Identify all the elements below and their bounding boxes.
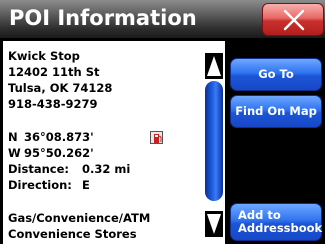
scroll-down-button[interactable]	[205, 211, 223, 237]
direction-row: Direction: E	[8, 177, 200, 193]
latitude-direction: N	[8, 130, 18, 144]
go-to-button[interactable]: Go To	[230, 58, 322, 91]
distance-row: Distance: 0.32 mi	[8, 161, 200, 177]
scroll-down-arrow-icon	[207, 214, 221, 234]
scroll-up-arrow-icon	[207, 56, 221, 76]
direction-label: Direction:	[8, 178, 72, 192]
longitude-value: 95°50.262'	[24, 146, 94, 160]
longitude-direction: W	[8, 146, 21, 160]
add-to-addressbook-button[interactable]: Add to Addressbook	[230, 203, 322, 241]
poi-city: Tulsa, OK 74128	[8, 81, 113, 95]
scroll-up-button[interactable]	[205, 53, 223, 79]
poi-street: 12402 11th St	[8, 65, 100, 79]
poi-phone: 918-438-9279	[8, 97, 98, 111]
scrollbar[interactable]	[204, 41, 225, 244]
poi-details-panel[interactable]: Kwick Stop 12402 11th St Tulsa, OK 74128…	[3, 41, 225, 244]
latitude-value: 36°08.873'	[24, 130, 94, 144]
find-on-map-button[interactable]: Find On Map	[230, 95, 322, 128]
gas-station-icon	[150, 131, 163, 144]
close-x-icon	[283, 9, 305, 31]
poi-name: Kwick Stop	[8, 49, 80, 63]
add-to-label-line2: Addressbook	[238, 221, 323, 235]
direction-value: E	[82, 178, 90, 192]
distance-label: Distance:	[8, 162, 69, 176]
distance-value: 0.32 mi	[82, 162, 131, 176]
poi-details-text: Kwick Stop 12402 11th St Tulsa, OK 74128…	[8, 48, 200, 242]
poi-category: Gas/Convenience/ATM	[8, 211, 151, 225]
longitude-row: W 95°50.262'	[8, 145, 200, 161]
poi-information-screen: POI Information Kwick Stop 12402 11th St…	[0, 0, 325, 244]
poi-subcategory: Convenience Stores	[8, 227, 137, 241]
close-button[interactable]	[262, 3, 324, 36]
latitude-row: N 36°08.873'	[8, 129, 200, 145]
scroll-thumb[interactable]	[205, 81, 223, 201]
title-bar: POI Information	[0, 0, 325, 38]
window-title: POI Information	[9, 6, 197, 30]
